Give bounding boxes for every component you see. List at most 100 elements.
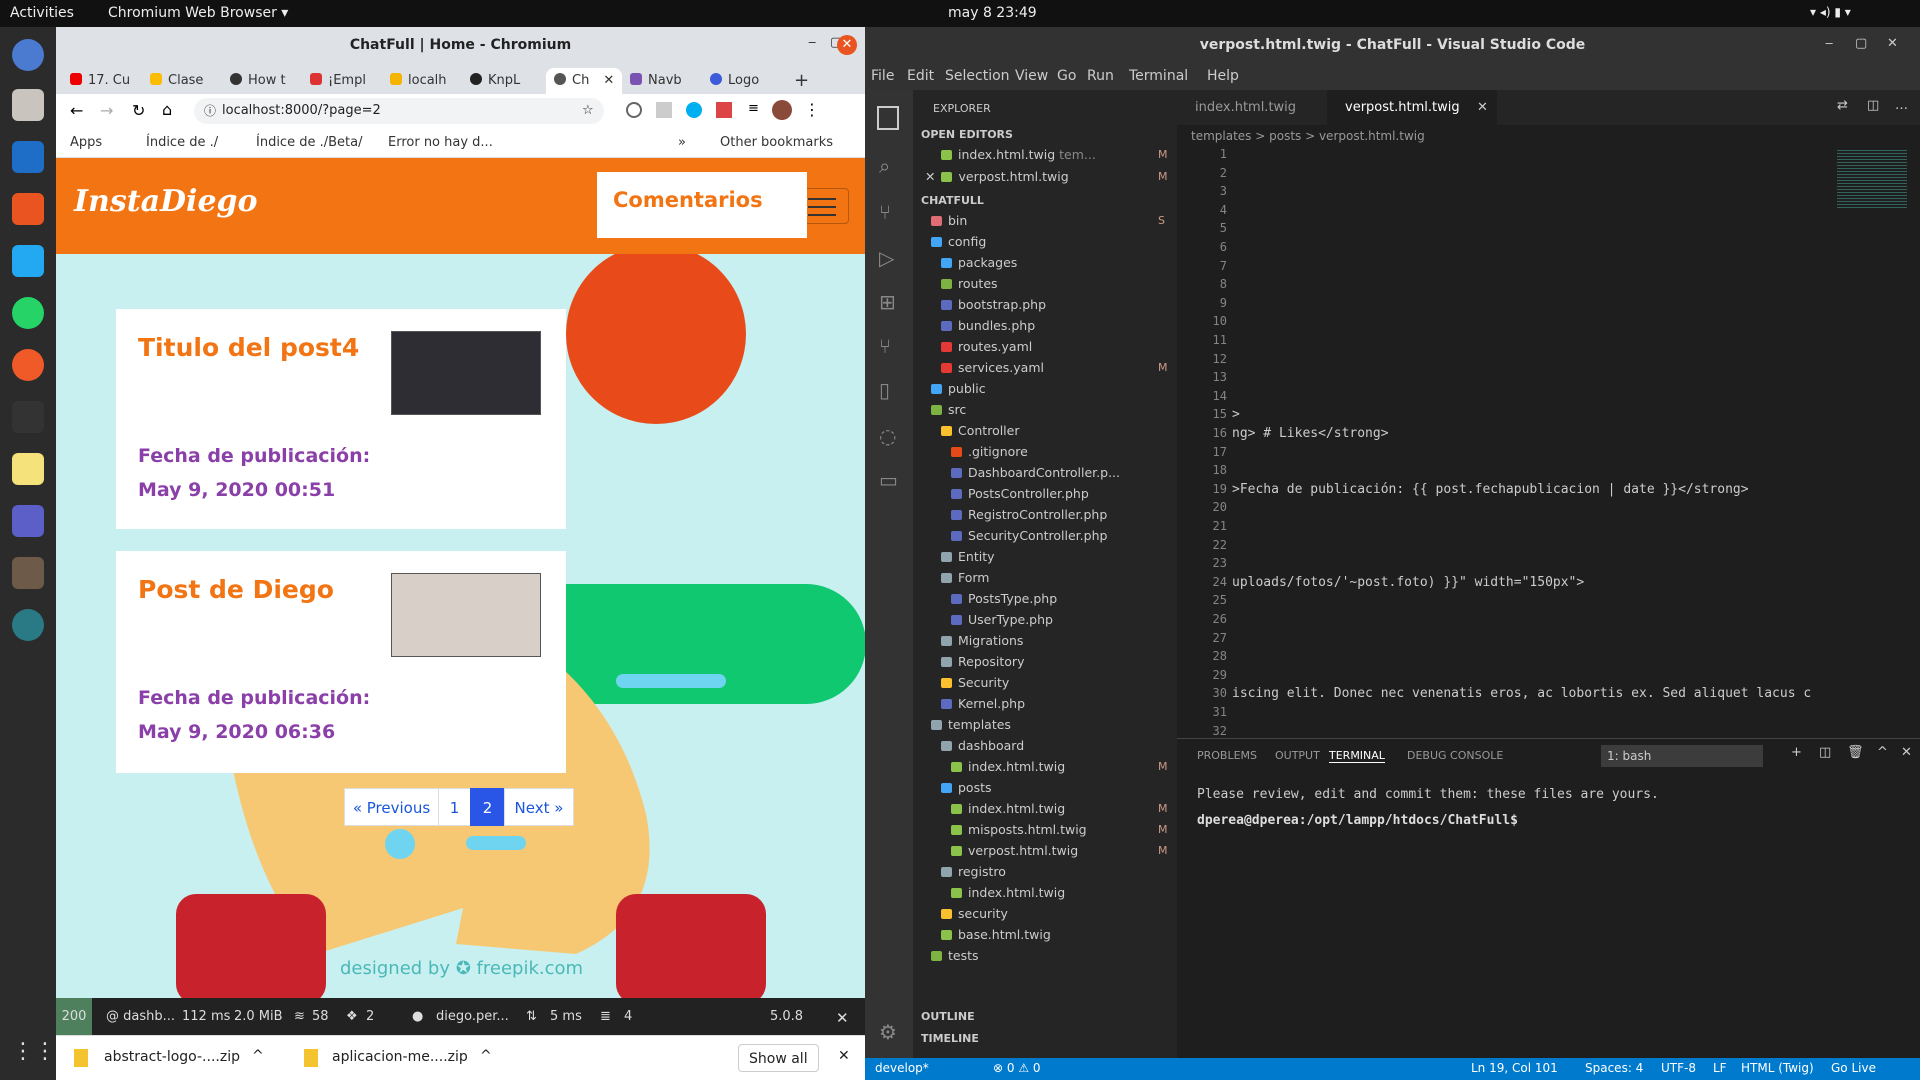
software-icon[interactable] [12, 193, 44, 225]
post-title[interactable]: Post de Diego [138, 575, 334, 604]
db-icon[interactable]: ≋ [294, 1009, 305, 1024]
chevron-up-icon[interactable]: ^ [252, 1048, 264, 1064]
panel-tab-terminal[interactable]: TERMINAL [1329, 749, 1385, 763]
outline-header[interactable]: OUTLINE [921, 1010, 975, 1023]
bookmark-item[interactable]: Índice de ./Beta/ [256, 135, 362, 150]
star-icon[interactable]: ☆ [582, 98, 594, 124]
menu-edit[interactable]: Edit [907, 68, 934, 84]
close-button[interactable]: ✕ [1887, 36, 1898, 51]
user-icon[interactable]: ● [412, 1009, 423, 1024]
tree-item[interactable]: tests [931, 945, 979, 967]
tree-item[interactable]: UserType.php [951, 609, 1053, 631]
back-icon[interactable]: ← [70, 101, 83, 120]
code-line[interactable]: > [1232, 407, 1240, 422]
bookmark-item[interactable]: Error no hay d... [388, 135, 493, 150]
tree-item[interactable]: security [941, 903, 1008, 925]
minimap[interactable] [1837, 150, 1907, 210]
extension-icon[interactable] [656, 102, 672, 118]
terminal-icon[interactable] [12, 401, 44, 433]
tree-item[interactable]: RegistroController.php [951, 504, 1107, 526]
bookmark-item[interactable]: Índice de ./ [146, 135, 218, 150]
tree-item[interactable]: routes [941, 273, 998, 295]
menu-terminal[interactable]: Terminal [1129, 68, 1188, 84]
open-editor-item[interactable]: index.html.twig tem... [941, 144, 1096, 166]
project-header[interactable]: CHATFULL [921, 194, 984, 207]
browser-tab[interactable]: 17. Cu [70, 68, 140, 94]
minimize-button[interactable]: ‒ [1825, 36, 1833, 51]
minimize-button[interactable]: ‒ [808, 35, 816, 50]
language-mode[interactable]: HTML (Twig) [1741, 1061, 1814, 1075]
post-thumbnail[interactable] [391, 331, 541, 415]
tree-item[interactable]: templates [931, 714, 1011, 736]
browser-tab[interactable]: KnpL [470, 68, 540, 94]
pagination-next[interactable]: Next » [504, 788, 574, 826]
profiler-ajax[interactable]: 5 ms [550, 1009, 582, 1024]
cursor-position[interactable]: Ln 19, Col 101 [1471, 1061, 1558, 1075]
chromium-icon[interactable] [12, 39, 44, 71]
menu-go[interactable]: Go [1057, 68, 1076, 84]
code-line[interactable]: >Fecha de publicación: {{ post.fechapubl… [1232, 482, 1749, 497]
tree-item[interactable]: registro [941, 861, 1006, 883]
code-line[interactable]: ng> # Likes</strong> [1232, 426, 1389, 441]
open-editor-item-active[interactable]: ✕ verpost.html.twig [925, 166, 1069, 188]
tree-item[interactable]: config [931, 231, 986, 253]
freepik-credit[interactable]: designed by ✪ freepik.com [340, 958, 583, 979]
activities-button[interactable]: Activities [10, 5, 74, 21]
extensions-icon[interactable]: ⊞ [879, 290, 896, 314]
apps-grid-icon[interactable]: ⋮⋮ [12, 1039, 56, 1071]
tree-item[interactable]: index.html.twig [951, 756, 1065, 778]
panel-tab-output[interactable]: OUTPUT [1275, 749, 1320, 762]
tree-item[interactable]: misposts.html.twig [951, 819, 1087, 841]
panel-tab-debug-console[interactable]: DEBUG CONSOLE [1407, 749, 1503, 762]
menu-run[interactable]: Run [1087, 68, 1114, 84]
gear-icon[interactable]: ⚙ [879, 1020, 897, 1044]
twig-icon[interactable]: ❖ [346, 1009, 358, 1024]
go-live[interactable]: Go Live [1831, 1061, 1876, 1075]
terminal-prompt[interactable]: dperea@dperea:/opt/lampp/htdocs/ChatFull… [1197, 813, 1526, 828]
teams-icon[interactable] [12, 505, 44, 537]
tree-item[interactable]: bundles.php [941, 315, 1035, 337]
tree-item[interactable]: DashboardController.p... [951, 462, 1120, 484]
tree-item[interactable]: public [931, 378, 986, 400]
trash-icon[interactable]: 🗑 [1847, 745, 1864, 760]
browser-tab[interactable]: ¡Empl [310, 68, 380, 94]
open-editors-header[interactable]: OPEN EDITORS [921, 128, 1013, 141]
post-card[interactable]: Post de Diego Fecha de publicación: May … [116, 551, 566, 773]
close-icon[interactable]: ✕ [925, 169, 935, 184]
profiler-db[interactable]: 58 [312, 1009, 329, 1024]
profiler-cache[interactable]: 4 [624, 1009, 632, 1024]
files-icon[interactable] [12, 89, 44, 121]
terminal-select[interactable]: 1: bash [1601, 745, 1763, 767]
tree-item[interactable]: bin [931, 210, 967, 232]
close-icon[interactable]: ✕ [836, 1009, 849, 1027]
notes-icon[interactable] [12, 453, 44, 485]
profiler-route[interactable]: @ dashb... [106, 1009, 175, 1024]
close-icon[interactable]: ✕ [1477, 100, 1488, 115]
home-icon[interactable]: ⌂ [162, 100, 172, 119]
app-menu[interactable]: Chromium Web Browser ▾ [108, 5, 288, 21]
tree-item[interactable]: .gitignore [951, 441, 1028, 463]
tab-close-icon[interactable]: ✕ [603, 73, 614, 88]
extension-icon[interactable] [626, 102, 642, 118]
vscode-icon[interactable] [12, 245, 44, 277]
search-icon[interactable]: ⌕ [879, 154, 890, 178]
whatsapp-icon[interactable] [12, 297, 44, 329]
tree-item[interactable]: Entity [941, 546, 995, 568]
new-tab-icon[interactable]: + [794, 68, 814, 94]
menu-view[interactable]: View [1015, 68, 1048, 84]
tree-item[interactable]: PostsType.php [951, 588, 1057, 610]
tree-item[interactable]: index.html.twig [951, 882, 1065, 904]
pagination-previous[interactable]: « Previous [344, 788, 439, 826]
browser-tab[interactable]: Clase [150, 68, 220, 94]
tree-item[interactable]: Kernel.php [941, 693, 1025, 715]
line-ending[interactable]: LF [1713, 1061, 1727, 1075]
profiler-user[interactable]: diego.per... [436, 1009, 509, 1024]
cache-icon[interactable]: ≣ [600, 1009, 611, 1024]
menu-icon[interactable]: ⋮ [804, 100, 820, 119]
writer-icon[interactable] [12, 141, 44, 173]
editor-tab-active[interactable]: verpost.html.twig [1327, 90, 1497, 125]
forward-icon[interactable]: → [100, 101, 113, 120]
other-bookmarks[interactable]: Other bookmarks [720, 135, 833, 150]
git-icon[interactable]: ⑂ [879, 334, 891, 358]
status-code[interactable]: 200 [56, 998, 92, 1035]
